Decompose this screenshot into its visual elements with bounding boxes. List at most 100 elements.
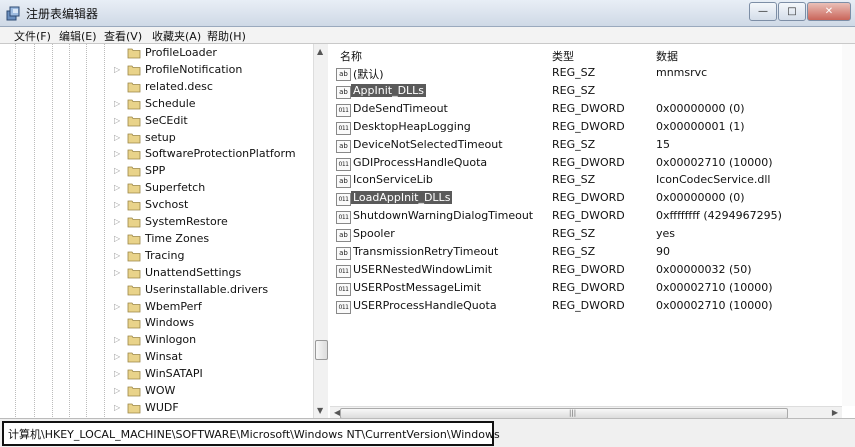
tree-item[interactable]: ▷ WOW — [0, 383, 314, 400]
menu-view[interactable]: 查看(V) — [104, 28, 142, 44]
maximize-button[interactable]: □ — [778, 2, 806, 21]
expand-arrow-icon[interactable]: ▷ — [114, 149, 120, 158]
tree-item[interactable]: ▷ WUDF — [0, 400, 314, 417]
tree-item[interactable]: ▷ Superfetch — [0, 180, 314, 197]
tree-item[interactable]: ▷ Winlogon — [0, 332, 314, 349]
key-path-box: 计算机\HKEY_LOCAL_MACHINE\SOFTWARE\Microsof… — [2, 421, 500, 446]
tree-item[interactable]: ▷ Schedule — [0, 96, 314, 113]
folder-icon — [127, 352, 141, 363]
window-controls: — □ ✕ — [748, 2, 851, 22]
expand-arrow-icon[interactable]: ▷ — [114, 65, 120, 74]
expand-arrow-icon[interactable]: ▷ — [114, 335, 120, 344]
scroll-right-icon[interactable]: ▶ — [832, 408, 838, 417]
expand-arrow-icon[interactable]: ▷ — [114, 386, 120, 395]
expand-arrow-icon[interactable]: ▷ — [114, 99, 120, 108]
tree-item[interactable]: ▷ WinSATAPI — [0, 366, 314, 383]
binary-value-icon: 011 — [336, 211, 351, 225]
menu-edit[interactable]: 编辑(E) — [59, 28, 97, 44]
column-header-type[interactable]: 类型 — [552, 48, 574, 64]
value-data: 15 — [656, 137, 670, 151]
value-name: TransmissionRetryTimeout — [353, 245, 499, 258]
value-name: USERProcessHandleQuota — [353, 298, 497, 312]
expand-arrow-icon[interactable]: ▷ — [114, 251, 120, 260]
column-header-data[interactable]: 数据 — [656, 48, 678, 64]
tree-item[interactable]: ▷ Svchost — [0, 197, 314, 214]
minimize-button[interactable]: — — [749, 2, 777, 21]
tree-item[interactable]: ▷ Winsat — [0, 349, 314, 366]
value-row[interactable]: ab IconServiceLib REG_SZ IconCodecService.d… — [330, 172, 850, 190]
tree-item[interactable]: ▷ UnattendSettings — [0, 265, 314, 282]
expand-arrow-icon[interactable]: ▷ — [114, 369, 120, 378]
tree-item[interactable]: ▷ Tracing — [0, 248, 314, 265]
value-type: REG_SZ — [552, 227, 596, 241]
tree-item[interactable]: ProfileLoader — [0, 45, 314, 62]
value-row[interactable]: ab DeviceNotSelectedTimeout REG_SZ 15 — [330, 137, 850, 155]
expand-arrow-icon[interactable]: ▷ — [114, 234, 120, 243]
scroll-up-icon[interactable]: ▲ — [317, 47, 323, 56]
values-list[interactable]: 名称 类型 数据 ab (默认) REG_SZ mnmsrvc ab AppInit_DL… — [330, 44, 855, 418]
value-row[interactable]: 011 GDIProcessHandleQuota REG_DWORD 0x00002… — [330, 155, 850, 173]
menu-help[interactable]: 帮助(H) — [207, 28, 246, 44]
tree-item-label: WbemPerf — [145, 299, 202, 313]
value-data: 0x00000000 (0) — [656, 191, 745, 205]
value-row[interactable]: 011 USERPostMessageLimit REG_DWORD 0x000027… — [330, 280, 850, 298]
value-name: AppInit_DLLs — [351, 83, 427, 97]
expand-arrow-icon[interactable]: ▷ — [114, 268, 120, 277]
value-name: DdeSendTimeout — [353, 101, 448, 115]
expand-arrow-icon[interactable]: ▷ — [114, 116, 120, 125]
scroll-down-icon[interactable]: ▼ — [317, 406, 323, 415]
value-row[interactable]: 011 ShutdownWarningDialogTimeout REG_DWORD… — [330, 208, 850, 226]
value-row[interactable]: 011 USERNestedWindowLimit REG_DWORD 0x00000… — [330, 262, 850, 280]
binary-value-icon: 011 — [336, 121, 351, 135]
tree-item[interactable]: Windows — [0, 315, 314, 332]
string-value-icon: ab — [336, 175, 351, 189]
expand-arrow-icon[interactable]: ▷ — [114, 217, 120, 226]
expand-arrow-icon[interactable]: ▷ — [114, 302, 120, 311]
tree-item-label: SystemRestore — [145, 215, 228, 228]
tree-item-label: Winlogon — [145, 333, 197, 347]
tree-item[interactable]: ▷ ProfileNotification — [0, 62, 314, 79]
tree-item[interactable]: ▷ SeCEdit — [0, 113, 314, 130]
menu-file[interactable]: 文件(F) — [14, 28, 51, 44]
tree-item-label: WUDF — [145, 400, 179, 414]
folder-icon — [127, 302, 141, 312]
value-row[interactable]: 011 LoadAppInit_DLLs REG_DWORD 0x00000000 (… — [330, 190, 850, 208]
tree-item-label: Schedule — [145, 96, 196, 110]
key-tree[interactable]: ProfileLoader ▷ ProfileNotification related… — [0, 44, 328, 418]
tree-item[interactable]: ▷ WbemPerf — [0, 299, 314, 316]
value-type: REG_DWORD — [552, 298, 625, 312]
folder-icon — [127, 268, 141, 279]
value-row[interactable]: ab (默认) REG_SZ mnmsrvc — [330, 65, 850, 83]
tree-item[interactable]: ▷ SoftwareProtectionPlatform — [0, 146, 314, 163]
expand-arrow-icon[interactable]: ▷ — [114, 183, 120, 192]
value-row[interactable]: ab TransmissionRetryTimeout REG_SZ 90 — [330, 244, 850, 262]
tree-item[interactable]: ▷ SystemRestore — [0, 214, 314, 231]
value-data: 90 — [656, 245, 670, 258]
value-row[interactable]: ab AppInit_DLLs REG_SZ — [330, 83, 850, 101]
tree-vertical-scrollbar[interactable]: ▲ ▼ — [313, 44, 328, 418]
tree-item[interactable]: related.desc — [0, 79, 314, 96]
tree-item[interactable]: ▷ Time Zones — [0, 231, 314, 248]
expand-arrow-icon[interactable]: ▷ — [114, 166, 120, 175]
tree-item[interactable]: Userinstallable.drivers — [0, 282, 314, 299]
tree-item-label: Tracing — [145, 248, 185, 262]
value-row[interactable]: 011 DdeSendTimeout REG_DWORD 0x00000000 (0) — [330, 101, 850, 119]
value-row[interactable]: 011 USERProcessHandleQuota REG_DWORD 0x0000… — [330, 298, 850, 316]
tree-scroll-thumb[interactable] — [315, 340, 328, 360]
expand-arrow-icon[interactable]: ▷ — [114, 200, 120, 209]
value-type: REG_SZ — [552, 66, 596, 79]
tree-item[interactable]: ▷ SPP — [0, 163, 314, 180]
tree-item-label: SeCEdit — [145, 113, 188, 127]
column-header-name[interactable]: 名称 — [340, 48, 362, 64]
expand-arrow-icon[interactable]: ▷ — [114, 133, 120, 142]
close-button[interactable]: ✕ — [807, 2, 851, 21]
value-row[interactable]: ab Spooler REG_SZ yes — [330, 226, 850, 244]
value-name: GDIProcessHandleQuota — [353, 155, 488, 169]
menu-favorites[interactable]: 收藏夹(A) — [152, 28, 201, 44]
close-icon: ✕ — [824, 6, 834, 17]
expand-arrow-icon[interactable]: ▷ — [114, 352, 120, 361]
tree-item[interactable]: ▷ setup — [0, 130, 314, 147]
binary-value-icon: 011 — [336, 282, 351, 296]
value-row[interactable]: 011 DesktopHeapLogging REG_DWORD 0x00000001… — [330, 119, 850, 137]
expand-arrow-icon[interactable]: ▷ — [114, 403, 120, 412]
